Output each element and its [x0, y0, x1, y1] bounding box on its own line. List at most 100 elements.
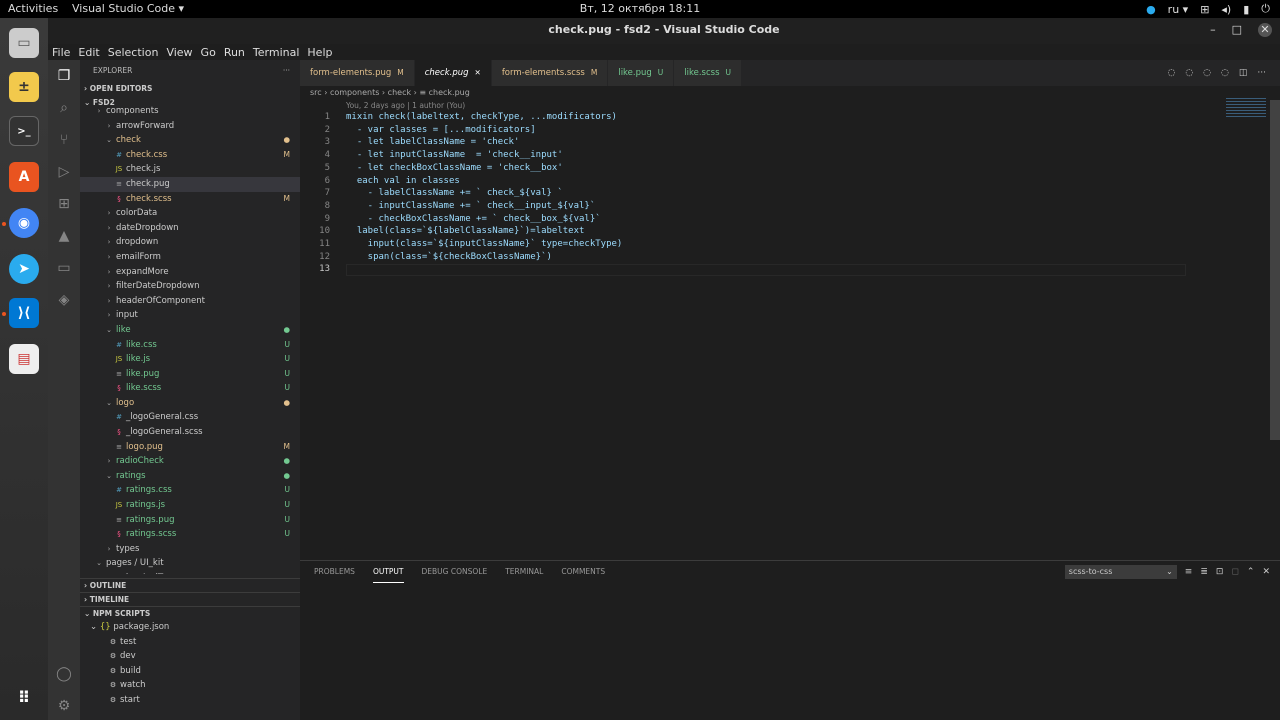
- tree-item[interactable]: › colorData: [80, 206, 300, 221]
- tree-item[interactable]: › input: [80, 308, 300, 323]
- tree-item[interactable]: # ratings.css U: [80, 483, 300, 498]
- network-icon[interactable]: ⊞: [1200, 3, 1209, 16]
- tree-item[interactable]: › arrowForward: [80, 119, 300, 134]
- panel-tab[interactable]: COMMENTS: [561, 561, 605, 583]
- maximize-panel-icon[interactable]: ⌃: [1247, 567, 1255, 577]
- battery-icon[interactable]: ▮: [1243, 3, 1249, 16]
- menu-selection[interactable]: Selection: [108, 46, 159, 59]
- explorer-icon[interactable]: ❐: [54, 66, 74, 86]
- files-icon[interactable]: ▭: [9, 28, 39, 58]
- extensions-icon[interactable]: ⊞: [54, 194, 74, 214]
- terminal-icon[interactable]: >_: [9, 116, 39, 146]
- tree-item[interactable]: § check.scss M: [80, 192, 300, 207]
- code-line[interactable]: - checkBoxClassName += ` check__box_${va…: [346, 214, 601, 224]
- outline-section[interactable]: › OUTLINE: [80, 578, 300, 592]
- chrome-icon[interactable]: ◉: [9, 208, 39, 238]
- tree-item[interactable]: › components: [80, 104, 300, 119]
- language-indicator[interactable]: ru ▾: [1168, 3, 1189, 16]
- code-line[interactable]: - var classes = [...modificators]: [346, 125, 536, 135]
- tree-item[interactable]: › filterDateDropdown: [80, 279, 300, 294]
- npm-script-item[interactable]: ⚙ build: [80, 664, 300, 679]
- menu-file[interactable]: File: [52, 46, 70, 59]
- editor-tab[interactable]: form-elements.scss M: [491, 60, 609, 86]
- tree-item[interactable]: ≡ check.pug: [80, 176, 300, 192]
- menu-run[interactable]: Run: [224, 46, 245, 59]
- tree-item[interactable]: ⌄ like ●: [80, 323, 300, 338]
- panel-tab[interactable]: TERMINAL: [505, 561, 543, 583]
- compare-icon[interactable]: ◌: [1167, 68, 1175, 78]
- tree-item[interactable]: › radioCheck ●: [80, 454, 300, 469]
- close-panel-icon[interactable]: ✕: [1262, 567, 1270, 577]
- panel-tab[interactable]: OUTPUT: [372, 561, 404, 583]
- npm-script-item[interactable]: ⚙ watch: [80, 678, 300, 693]
- search-icon[interactable]: ⌕: [54, 98, 74, 118]
- code-line[interactable]: span(class=`${checkBoxClassName}`): [346, 252, 552, 262]
- close-icon[interactable]: ✕: [1258, 23, 1272, 37]
- panel-tab[interactable]: DEBUG CONSOLE: [422, 561, 488, 583]
- code-line[interactable]: label(class=`${labelClassName}`)=labelte…: [346, 226, 585, 236]
- output-channel-select[interactable]: scss-to-css ⌄: [1064, 565, 1177, 579]
- remote-icon[interactable]: ◈: [54, 290, 74, 310]
- tree-item[interactable]: # like.css U: [80, 338, 300, 353]
- editor-scrollbar[interactable]: [1270, 100, 1280, 440]
- more-icon[interactable]: ···: [1257, 68, 1266, 78]
- tree-item[interactable]: › dropdown: [80, 235, 300, 250]
- document-viewer-icon[interactable]: ▤: [9, 344, 39, 374]
- menu-terminal[interactable]: Terminal: [253, 46, 300, 59]
- notes-icon[interactable]: ±: [9, 72, 39, 102]
- panel-tab[interactable]: PROBLEMS: [314, 561, 355, 583]
- tree-item[interactable]: § like.scss U: [80, 381, 300, 396]
- tree-item[interactable]: JS like.js U: [80, 352, 300, 367]
- tree-item[interactable]: § _logoGeneral.scss: [80, 425, 300, 440]
- code-line[interactable]: - let labelClassName = 'check': [346, 137, 520, 147]
- tree-item[interactable]: ⌄ check ●: [80, 133, 300, 148]
- settings-gear-icon[interactable]: ⚙: [54, 696, 74, 716]
- editor-tab[interactable]: form-elements.pug M: [300, 60, 415, 86]
- menu-go[interactable]: Go: [201, 46, 216, 59]
- power-icon[interactable]: ⏻: [1261, 2, 1270, 16]
- tree-item[interactable]: › types: [80, 542, 300, 557]
- more-actions-icon[interactable]: ···: [283, 60, 290, 82]
- tree-item[interactable]: ⌄ logo ●: [80, 396, 300, 411]
- clock[interactable]: Вт, 12 октября 18:11: [0, 2, 1280, 15]
- tree-item[interactable]: # _logoGeneral.css: [80, 410, 300, 425]
- tree-item[interactable]: ⌄ pages / UI_kit: [80, 556, 300, 571]
- volume-icon[interactable]: ◂): [1221, 3, 1231, 16]
- code-line[interactable]: [346, 264, 1186, 277]
- account-icon[interactable]: ◯: [54, 664, 74, 684]
- minimap[interactable]: [1226, 98, 1266, 118]
- timeline-section[interactable]: › TIMELINE: [80, 592, 300, 606]
- menu-view[interactable]: View: [166, 46, 192, 59]
- npm-script-item[interactable]: ⚙ start: [80, 693, 300, 708]
- split-editor-icon[interactable]: ◫: [1239, 68, 1248, 78]
- software-center-icon[interactable]: A: [9, 162, 39, 192]
- minimize-icon[interactable]: –: [1210, 18, 1216, 42]
- package-json-item[interactable]: ⌄ {} package.json: [80, 620, 300, 635]
- docker-icon[interactable]: ▲: [54, 226, 74, 246]
- breadcrumb[interactable]: src › components › check › ≡ check.pug: [300, 86, 1280, 100]
- editor-tab[interactable]: check.pug ✕: [414, 60, 492, 86]
- source-control-icon[interactable]: ⑂: [54, 130, 74, 150]
- telegram-icon[interactable]: ➤: [9, 254, 39, 284]
- tab-status[interactable]: ✕: [475, 68, 481, 77]
- codelens-blame[interactable]: You, 2 days ago | 1 author (You): [300, 100, 1280, 112]
- folder-icon[interactable]: ▭: [54, 258, 74, 278]
- vscode-icon[interactable]: ⟩⟨: [9, 298, 39, 328]
- list-icon[interactable]: ≡: [1185, 567, 1193, 577]
- tree-item[interactable]: JS check.js: [80, 162, 300, 177]
- code-line[interactable]: - let inputClassName = 'check__input': [346, 150, 563, 160]
- open-editors-section[interactable]: › OPEN EDITORS: [80, 82, 300, 96]
- system-tray[interactable]: ● ru ▾ ⊞ ◂) ▮ ⏻: [1146, 2, 1270, 16]
- prev-change-icon[interactable]: ◌: [1185, 68, 1193, 78]
- run-debug-icon[interactable]: ▷: [54, 162, 74, 182]
- tree-item[interactable]: # check.css M: [80, 148, 300, 163]
- code-line[interactable]: - inputClassName += ` check__input_${val…: [346, 201, 596, 211]
- editor-tab[interactable]: like.pug U: [608, 60, 675, 86]
- menu-edit[interactable]: Edit: [78, 46, 99, 59]
- tree-item[interactable]: › expandMore: [80, 265, 300, 280]
- lock-icon[interactable]: ⊡: [1216, 567, 1224, 577]
- code-line[interactable]: - let checkBoxClassName = 'check__box': [346, 163, 563, 173]
- tree-item[interactable]: ⌄ ratings ●: [80, 469, 300, 484]
- tree-item[interactable]: › headerOfComponent: [80, 294, 300, 309]
- code-line[interactable]: input(class=`${inputClassName}` type=che…: [346, 239, 623, 249]
